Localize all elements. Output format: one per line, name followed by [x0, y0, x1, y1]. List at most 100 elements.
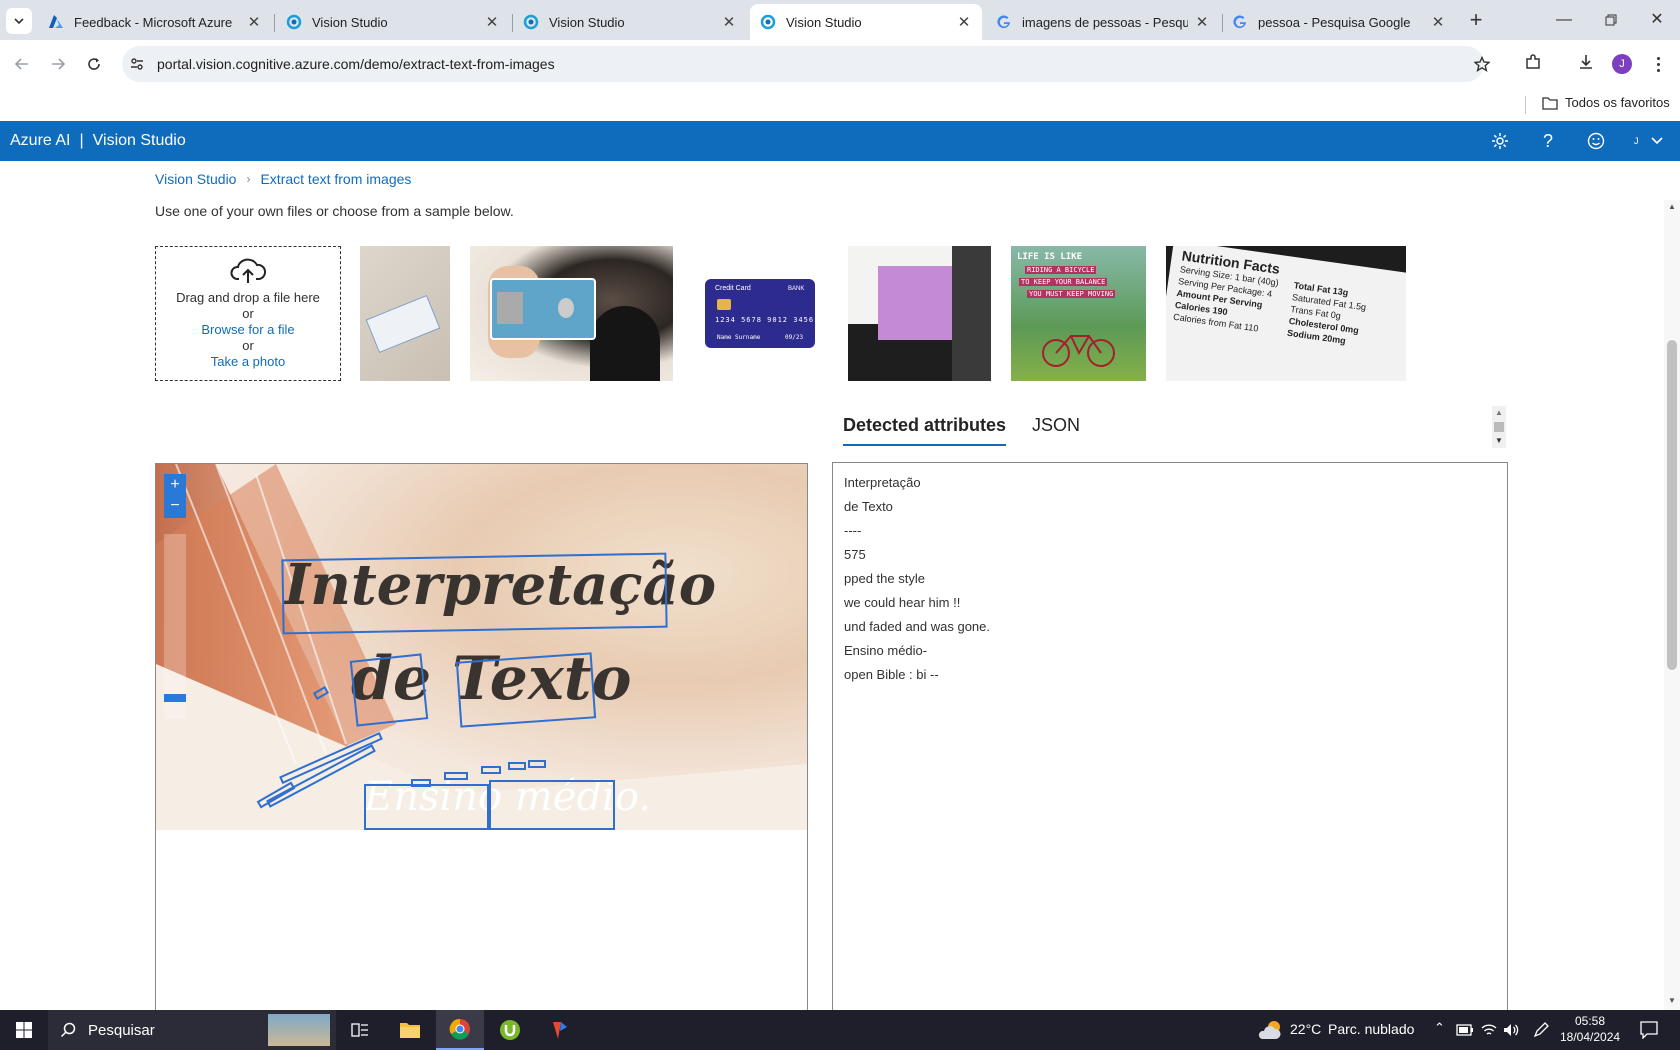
tabs-scrollbar[interactable]: ▲ ▼: [1492, 406, 1506, 448]
bookmark-star-icon[interactable]: [1474, 56, 1490, 72]
chevron-right-icon: ›: [246, 172, 251, 186]
start-button[interactable]: [0, 1010, 48, 1050]
account-initial: J: [1634, 136, 1639, 146]
all-bookmarks-button[interactable]: Todos os favoritos: [1542, 95, 1670, 110]
browser-tab-vision-studio-active[interactable]: Vision Studio ✕: [750, 4, 982, 40]
close-icon[interactable]: ✕: [484, 13, 500, 31]
vision-studio-icon: [286, 14, 302, 30]
volume-icon[interactable]: [1503, 1023, 1519, 1037]
profile-avatar[interactable]: J: [1612, 54, 1632, 74]
account-menu[interactable]: J: [1628, 121, 1680, 161]
bounding-box[interactable]: [364, 784, 489, 830]
detected-line: und faded and was gone.: [844, 619, 991, 634]
folder-icon: [400, 1023, 420, 1038]
tab-search-button[interactable]: [6, 8, 32, 34]
clock[interactable]: 05:58 18/04/2024: [1560, 1013, 1620, 1045]
sample-credit-card[interactable]: Credit Card BANK 1234 5678 9012 3456 Nam…: [705, 279, 815, 348]
close-window-button[interactable]: ✕: [1634, 0, 1680, 40]
windows-taskbar: Pesquisar 22°C Parc. nublado ⌃ 05:58 18/…: [0, 1010, 1680, 1050]
windows-logo-icon: [16, 1022, 32, 1038]
app-button[interactable]: [536, 1010, 584, 1050]
task-view-button[interactable]: [336, 1010, 384, 1050]
bounding-box[interactable]: [508, 762, 526, 770]
pen-icon[interactable]: [1533, 1022, 1549, 1038]
sample-social-security-card[interactable]: [360, 246, 450, 381]
bounding-box[interactable]: [455, 652, 597, 728]
zoom-slider-track[interactable]: [164, 534, 186, 719]
bounding-box[interactable]: [481, 766, 501, 774]
browser-tab-vision-studio-2[interactable]: Vision Studio ✕: [513, 4, 747, 40]
bookmarks-folder-label: Todos os favoritos: [1565, 95, 1670, 110]
extensions-icon[interactable]: [1524, 53, 1542, 71]
sample-bicycle-poster[interactable]: LIFE IS LIKE RIDING A BICYCLE TO KEEP YO…: [1011, 246, 1146, 381]
tab-title: Vision Studio: [549, 14, 625, 30]
tab-title: pessoa - Pesquisa Google: [1258, 14, 1411, 30]
detected-line: Interpretação: [844, 475, 921, 490]
settings-button[interactable]: [1480, 121, 1520, 161]
download-icon[interactable]: [1577, 53, 1595, 71]
bounding-box[interactable]: [489, 780, 615, 830]
detected-text-panel: Interpretação de Texto ---- 575 pped the…: [832, 462, 1508, 1022]
battery-icon[interactable]: [1456, 1024, 1474, 1036]
notifications-icon[interactable]: [1640, 1021, 1658, 1039]
chrome-button[interactable]: [436, 1010, 484, 1050]
new-tab-button[interactable]: +: [1462, 6, 1490, 34]
wifi-icon[interactable]: [1481, 1023, 1497, 1037]
tab-json[interactable]: JSON: [1032, 415, 1080, 446]
close-icon[interactable]: ✕: [956, 13, 972, 31]
weather-desc[interactable]: Parc. nublado: [1328, 1021, 1414, 1037]
tray-overflow-icon[interactable]: ⌃: [1434, 1020, 1445, 1036]
upload-dropzone[interactable]: Drag and drop a file here or Browse for …: [155, 246, 341, 381]
bounding-box[interactable]: [411, 779, 431, 787]
zoom-slider-handle[interactable]: [164, 694, 186, 702]
zoom-in-button[interactable]: +: [164, 474, 186, 496]
restore-icon: [1605, 14, 1617, 26]
browser-toolbar: portal.vision.cognitive.azure.com/demo/e…: [0, 40, 1680, 88]
minimize-button[interactable]: —: [1540, 0, 1588, 40]
close-icon[interactable]: ✕: [1430, 13, 1446, 31]
help-button[interactable]: ?: [1528, 121, 1568, 161]
clock-time: 05:58: [1574, 1014, 1606, 1028]
result-tabs: Detected attributes JSON: [843, 415, 1080, 446]
close-icon[interactable]: ✕: [1194, 13, 1210, 31]
zoom-out-button[interactable]: −: [164, 496, 186, 518]
bounding-box[interactable]: [281, 552, 668, 635]
tab-detected-attributes[interactable]: Detected attributes: [843, 415, 1007, 446]
restore-button[interactable]: [1588, 0, 1634, 40]
reload-icon[interactable]: [86, 56, 102, 72]
poster-line-3: TO KEEP YOUR BALANCE: [1019, 278, 1108, 286]
sample-id-card-person[interactable]: [470, 246, 673, 381]
browser-tab-vision-studio-1[interactable]: Vision Studio ✕: [276, 4, 510, 40]
app-icon: [553, 1022, 567, 1039]
bounding-box[interactable]: [349, 653, 429, 727]
browser-menu-button[interactable]: [1650, 52, 1666, 76]
page-scrollbar[interactable]: ▲ ▼: [1664, 200, 1680, 1010]
browser-tab-feedback[interactable]: Feedback - Microsoft Azure ✕: [38, 4, 272, 40]
take-photo-link[interactable]: Take a photo: [156, 354, 340, 370]
sample-sticky-note[interactable]: [848, 246, 991, 381]
bounding-box[interactable]: [528, 760, 546, 768]
bounding-box[interactable]: [444, 772, 468, 780]
forward-icon[interactable]: [50, 56, 66, 72]
page-scrollbar-thumb[interactable]: [1667, 340, 1677, 670]
site-info-icon[interactable]: [130, 57, 144, 71]
utorrent-button[interactable]: [486, 1010, 534, 1050]
close-icon[interactable]: ✕: [246, 13, 262, 31]
browser-tab-pessoa[interactable]: pessoa - Pesquisa Google ✕: [1222, 4, 1456, 40]
weather-temp[interactable]: 22°C: [1290, 1021, 1321, 1037]
or-text: or: [242, 306, 254, 321]
tab-title: Vision Studio: [786, 14, 862, 30]
taskbar-search[interactable]: Pesquisar: [48, 1010, 336, 1050]
app-brand[interactable]: Azure AI | Vision Studio: [10, 132, 186, 150]
breadcrumb-current[interactable]: Extract text from images: [260, 171, 411, 187]
feedback-button[interactable]: [1576, 121, 1616, 161]
back-icon[interactable]: [14, 56, 30, 72]
close-icon[interactable]: ✕: [721, 13, 737, 31]
file-explorer-button[interactable]: [386, 1010, 434, 1050]
browse-file-link[interactable]: Browse for a file: [156, 322, 340, 338]
address-bar[interactable]: portal.vision.cognitive.azure.com/demo/e…: [122, 46, 1490, 82]
browser-tab-imagens[interactable]: imagens de pessoas - Pesquisa ✕: [986, 4, 1220, 40]
sample-nutrition-facts[interactable]: Nutrition Facts Serving Size: 1 bar (40g…: [1166, 246, 1406, 381]
bookmarks-bar: Todos os favoritos: [0, 88, 1680, 121]
breadcrumb-home[interactable]: Vision Studio: [155, 171, 236, 187]
